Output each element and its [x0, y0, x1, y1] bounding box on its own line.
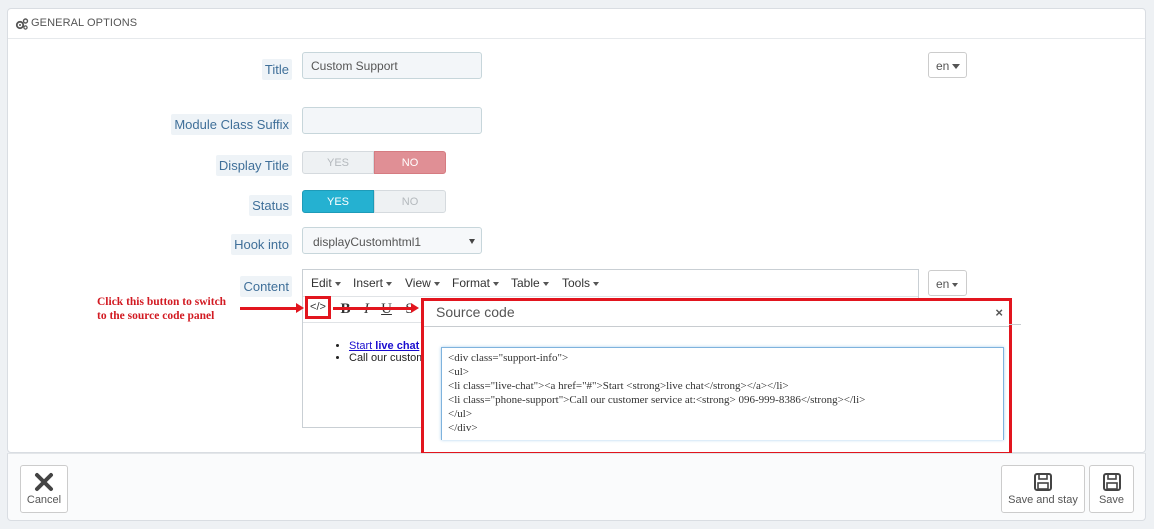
menu-format[interactable]: Format [452, 276, 500, 290]
hook-select[interactable]: displayCustomhtml1 [302, 227, 482, 254]
close-icon[interactable]: × [995, 305, 1003, 320]
annotation-arrow-left [240, 307, 298, 310]
suffix-input[interactable] [302, 107, 482, 134]
live-chat-link[interactable]: Start live chat [349, 340, 419, 352]
caret-down-icon [952, 64, 961, 70]
panel-footer: Cancel Save and stay Save [7, 453, 1146, 521]
caret-down-icon [542, 281, 549, 286]
title-lang-dropdown[interactable]: en [928, 52, 967, 78]
panel-header: GENERAL OPTIONS [8, 9, 1145, 39]
floppy-disk-icon [1102, 473, 1121, 491]
display-title-label: Display Title [215, 155, 292, 176]
caret-down-icon [334, 281, 341, 286]
title-input[interactable]: Custom Support [302, 52, 482, 79]
status-toggle: YES NO [302, 190, 446, 213]
status-no[interactable]: NO [374, 190, 446, 213]
source-code-textarea[interactable]: <div class="support-info"> <ul> <li class=… [441, 347, 1004, 440]
caret-down-icon [386, 281, 393, 286]
save-and-stay-button[interactable]: Save and stay [1001, 465, 1085, 513]
hook-value: displayCustomhtml1 [313, 235, 422, 249]
display-title-no[interactable]: NO [374, 151, 446, 174]
menu-edit[interactable]: Edit [311, 276, 341, 290]
close-icon [35, 473, 53, 491]
content-lang-dropdown[interactable]: en [928, 270, 967, 296]
floppy-disk-icon [1034, 473, 1052, 491]
menu-tools[interactable]: Tools [562, 276, 600, 290]
modal-divider-ext [1009, 324, 1021, 325]
caret-down-icon [433, 281, 440, 286]
select-arrow-icon [469, 239, 475, 244]
lang-code: en [936, 59, 950, 73]
annotation-text: Click this button to switch to the sourc… [97, 296, 227, 322]
save-button[interactable]: Save [1089, 465, 1134, 513]
caret-down-icon [593, 281, 600, 286]
panel-title: GENERAL OPTIONS [31, 17, 138, 29]
suffix-label: Module Class Suffix [171, 114, 292, 135]
display-title-toggle: YES NO [302, 151, 446, 174]
title-label: Title [261, 59, 292, 80]
cancel-label: Cancel [26, 494, 62, 506]
list-item: Start live chat [349, 340, 425, 352]
menu-table[interactable]: Table [511, 276, 549, 290]
status-label: Status [249, 195, 292, 216]
content-label: Content [240, 276, 292, 297]
editor-menubar: Edit Insert View Format Table Tools [303, 270, 918, 297]
source-code-modal: Source code × <div class="support-info">… [421, 298, 1012, 455]
status-yes[interactable]: YES [302, 190, 374, 213]
caret-down-icon [952, 282, 959, 287]
modal-divider [424, 326, 1009, 327]
menu-view[interactable]: View [405, 276, 440, 290]
editor-content[interactable]: Start live chat Call our custom [333, 340, 425, 364]
hook-label: Hook into [231, 234, 292, 255]
display-title-yes[interactable]: YES [302, 151, 374, 174]
source-code-button[interactable]: </> [305, 296, 331, 319]
caret-down-icon [493, 281, 500, 286]
save-and-stay-label: Save and stay [1008, 494, 1078, 506]
modal-title: Source code [436, 304, 515, 320]
save-label: Save [1098, 494, 1125, 506]
arrow-head-icon [296, 303, 304, 313]
cancel-button[interactable]: Cancel [20, 465, 68, 513]
annotation-arrow-right [333, 307, 413, 310]
cogs-icon [15, 18, 29, 30]
menu-insert[interactable]: Insert [353, 276, 393, 290]
lang-code: en [936, 277, 950, 291]
arrow-head-icon [411, 303, 419, 313]
list-item: Call our custom [349, 352, 425, 364]
